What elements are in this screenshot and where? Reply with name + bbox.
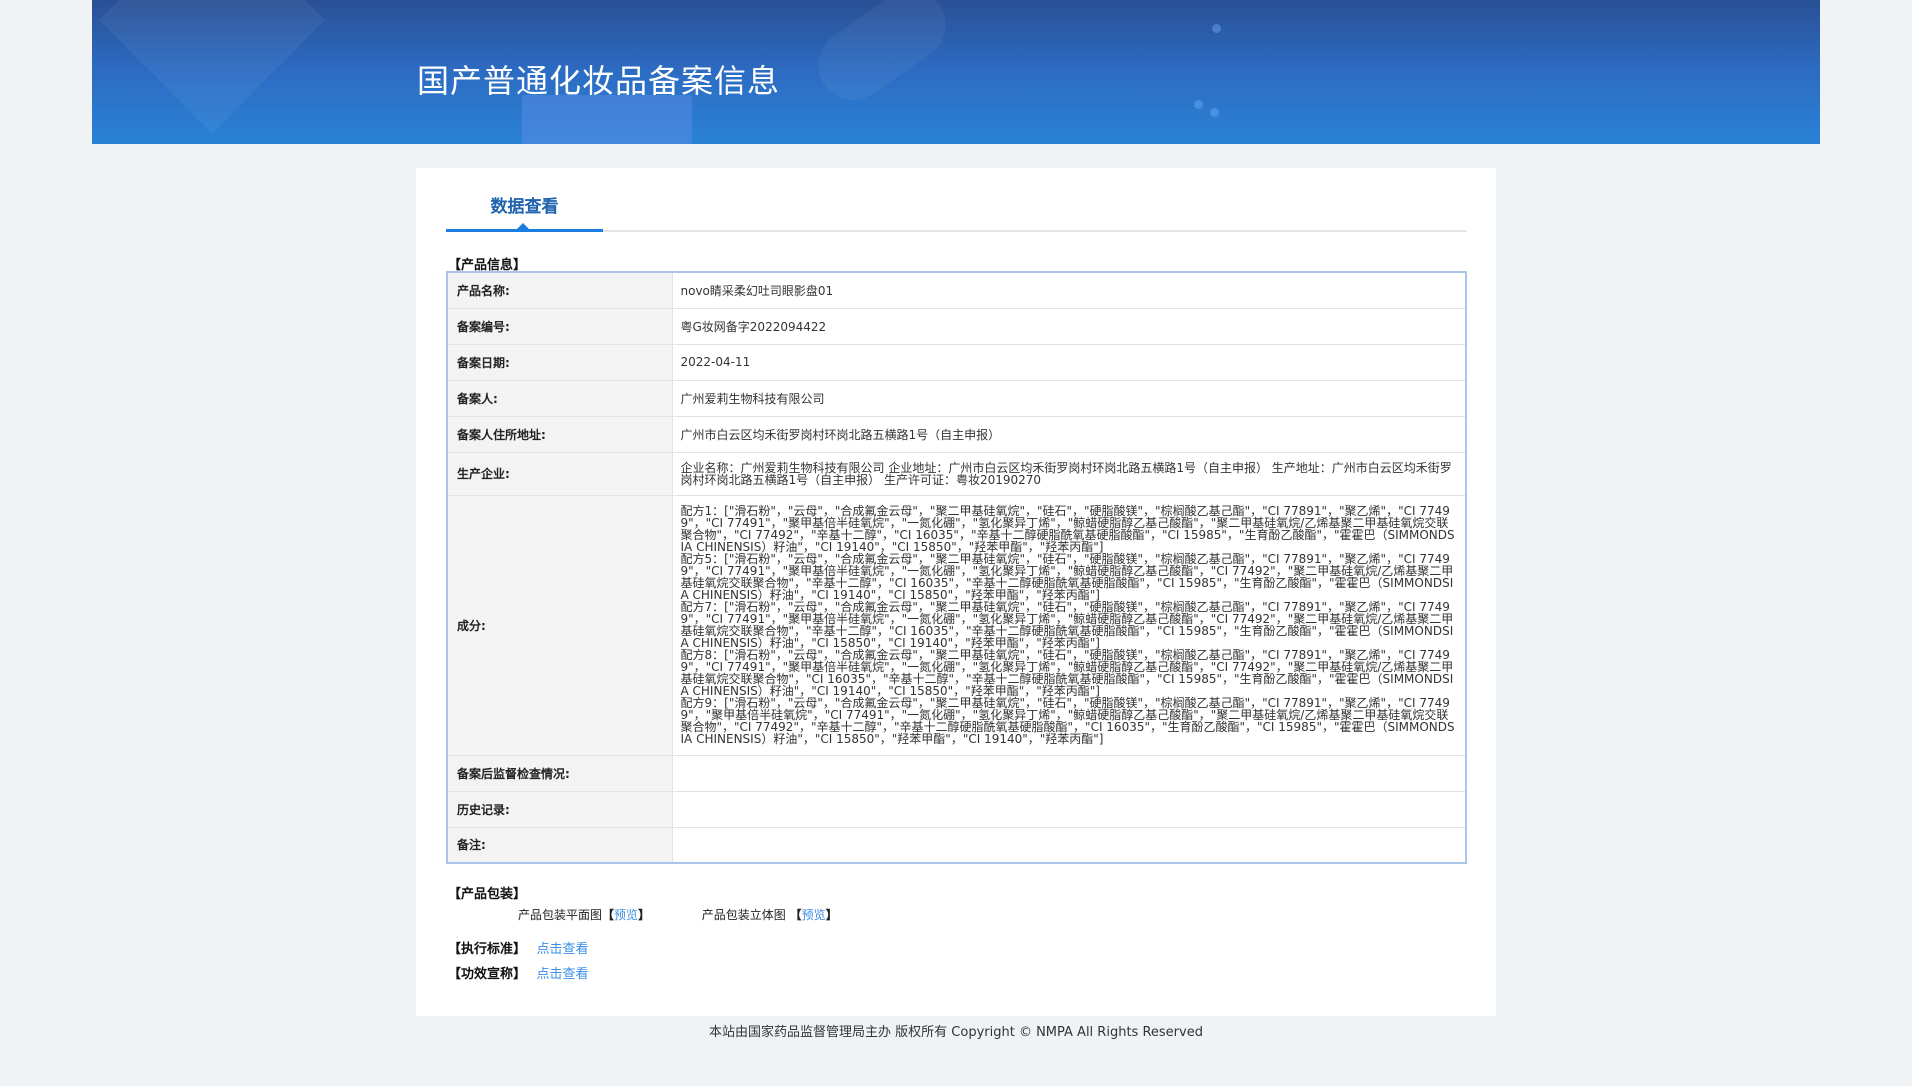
field-label: 备案人住所地址:	[446, 415, 673, 453]
footer: 本站由国家药品监督管理局主办 版权所有 Copyright © NMPA All…	[709, 1025, 1203, 1040]
table-row: 备案后监督检查情况:	[446, 754, 1467, 792]
field-value	[671, 754, 1467, 792]
header-decoration	[522, 95, 692, 144]
table-row: 备案编号: 粤G妆网备字2022094422	[446, 307, 1467, 345]
field-value: 广州市白云区均禾街罗岗村环岗北路五横路1号（自主申报）	[671, 415, 1467, 453]
field-value	[671, 826, 1467, 864]
table-row: 产品名称: novo睛采柔幻吐司眼影盘01	[446, 271, 1467, 309]
content-card: 数据查看 【产品信息】 产品名称: novo睛采柔幻吐司眼影盘01 备案编号: 粤G妆…	[416, 168, 1496, 1016]
tab-bar: 数据查看	[446, 194, 1467, 232]
header-decoration	[98, 0, 326, 134]
field-label: 备案人:	[446, 379, 673, 417]
table-row: 备案人: 广州爱莉生物科技有限公司	[446, 379, 1467, 417]
field-value: novo睛采柔幻吐司眼影盘01	[671, 271, 1467, 309]
flat-image-label: 产品包装平面图	[518, 908, 603, 922]
tab-label: 数据查看	[490, 197, 559, 217]
table-row: 成分: 配方1：["滑石粉"，"云母"，"合成氟金云母"，"聚二甲基硅氧烷"，"硅…	[446, 494, 1467, 756]
header-decoration	[1212, 24, 1221, 33]
efficacy-label: 【功效宣称】	[448, 967, 527, 982]
field-value: 2022-04-11	[671, 343, 1467, 381]
field-label: 备案编号:	[446, 307, 673, 345]
stereo-image-label: 产品包装立体图	[701, 908, 786, 922]
standard-label: 【执行标准】	[448, 942, 527, 957]
field-value: 企业名称：广州爱莉生物科技有限公司 企业地址：广州市白云区均禾街罗岗村环岗北路五…	[671, 451, 1467, 496]
bracket: 】	[638, 908, 651, 922]
standard-link[interactable]: 点击查看	[537, 942, 589, 957]
table-row: 备注:	[446, 826, 1467, 864]
field-label: 历史记录:	[446, 790, 673, 828]
formula-item: 配方5：["滑石粉"，"云母"，"合成氟金云母"，"聚二甲基硅氧烷"，"硅石"，…	[680, 551, 1454, 602]
table-row: 历史记录:	[446, 790, 1467, 828]
formula-item: 配方7：["滑石粉"，"云母"，"合成氟金云母"，"聚二甲基硅氧烷"，"硅石"，…	[680, 599, 1454, 650]
bracket: 【	[602, 908, 615, 922]
formula-item: 配方1：["滑石粉"，"云母"，"合成氟金云母"，"聚二甲基硅氧烷"，"硅石"，…	[680, 503, 1455, 554]
product-info-table: 产品名称: novo睛采柔幻吐司眼影盘01 备案编号: 粤G妆网备字202209442…	[446, 271, 1467, 864]
bracket: 】	[825, 908, 838, 922]
field-label: 成分:	[446, 494, 673, 756]
tab-data-view[interactable]: 数据查看	[446, 194, 603, 232]
field-value: 粤G妆网备字2022094422	[671, 307, 1467, 345]
page-header: 国产普通化妆品备案信息	[92, 0, 1820, 144]
bracket: 【	[789, 908, 802, 922]
flat-preview-link[interactable]: 预览	[614, 908, 638, 922]
standard-row: 【执行标准】 点击查看	[448, 938, 589, 957]
table-row: 备案日期: 2022-04-11	[446, 343, 1467, 381]
field-value	[671, 790, 1467, 828]
efficacy-link[interactable]: 点击查看	[537, 967, 589, 982]
formula-item: 配方9：["滑石粉"，"云母"，"合成氟金云母"，"聚二甲基硅氧烷"，"硅石"，…	[680, 695, 1455, 746]
field-label: 备案日期:	[446, 343, 673, 381]
field-label: 生产企业:	[446, 451, 673, 496]
formula-item: 配方8：["滑石粉"，"云母"，"合成氟金云母"，"聚二甲基硅氧烷"，"硅石"，…	[680, 647, 1454, 698]
stereo-preview-link[interactable]: 预览	[802, 908, 826, 922]
table-row: 备案人住所地址: 广州市白云区均禾街罗岗村环岗北路五横路1号（自主申报）	[446, 415, 1467, 453]
field-value: 广州爱莉生物科技有限公司	[671, 379, 1467, 417]
caret-up-icon	[517, 223, 529, 229]
table-row: 生产企业: 企业名称：广州爱莉生物科技有限公司 企业地址：广州市白云区均禾街罗岗村…	[446, 451, 1467, 496]
field-label: 备案后监督检查情况:	[446, 754, 673, 792]
packaging-title: 【产品包装】	[448, 887, 527, 902]
ingredients-value: 配方1：["滑石粉"，"云母"，"合成氟金云母"，"聚二甲基硅氧烷"，"硅石"，…	[671, 494, 1467, 756]
field-label: 产品名称:	[446, 271, 673, 309]
header-decoration	[1210, 108, 1219, 117]
page-title: 国产普通化妆品备案信息	[417, 62, 781, 100]
field-label: 备注:	[446, 826, 673, 864]
packaging-row: 产品包装平面图【预览】 产品包装立体图 【预览】	[518, 906, 838, 923]
header-decoration	[804, 0, 960, 114]
efficacy-row: 【功效宣称】 点击查看	[448, 963, 589, 982]
header-decoration	[1194, 100, 1203, 109]
